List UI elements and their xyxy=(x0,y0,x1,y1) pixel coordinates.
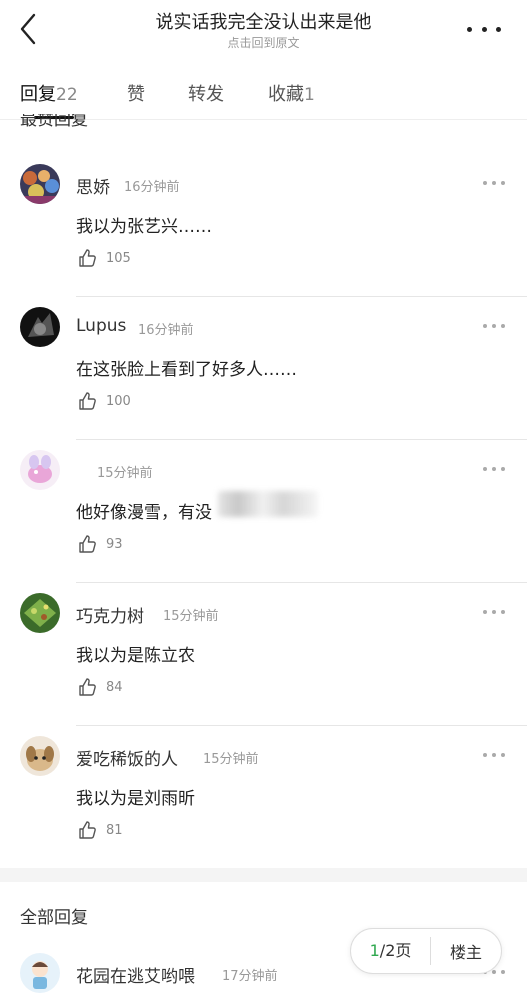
total-pages: /2页 xyxy=(379,941,412,960)
section-label: 最赞回复 xyxy=(20,114,88,130)
dot-icon xyxy=(501,467,505,471)
page-indicator-button[interactable]: 1/2页 xyxy=(351,937,431,965)
back-to-original-link[interactable]: 点击回到原文 xyxy=(0,34,527,51)
like-button[interactable]: 84 xyxy=(78,677,123,697)
dot-icon xyxy=(501,753,505,757)
comment-text: 我以为是陈立农 xyxy=(76,646,195,666)
avatar[interactable] xyxy=(20,450,60,490)
divider xyxy=(76,725,527,726)
dot-icon xyxy=(501,610,505,614)
page-title[interactable]: 说实话我完全没认出来是他 xyxy=(0,8,527,34)
like-button[interactable]: 105 xyxy=(78,248,131,268)
username[interactable]: 花园在逃艾哟喂 xyxy=(76,962,195,987)
dot-icon xyxy=(483,467,487,471)
dot-icon xyxy=(492,181,496,185)
comment-options-button[interactable] xyxy=(483,180,505,186)
redacted-text xyxy=(218,491,318,517)
more-menu-button[interactable] xyxy=(467,17,501,41)
username[interactable]: 思娇 xyxy=(76,173,110,198)
like-count: 81 xyxy=(106,822,123,838)
avatar[interactable] xyxy=(20,307,60,347)
dot-icon xyxy=(492,610,496,614)
more-dot-icon xyxy=(496,26,501,32)
timestamp: 16分钟前 xyxy=(138,323,194,338)
timestamp: 16分钟前 xyxy=(124,180,180,195)
dot-icon xyxy=(501,970,505,974)
dot-icon xyxy=(492,324,496,328)
username[interactable]: 爱吃稀饭的人 xyxy=(76,745,178,770)
avatar[interactable] xyxy=(20,593,60,633)
like-count: 100 xyxy=(106,393,131,409)
avatar-image xyxy=(20,307,60,347)
divider xyxy=(76,296,527,297)
top-replies-heading: 最赞回复 xyxy=(20,114,88,132)
username[interactable]: Lupus xyxy=(76,316,126,336)
tab-label: 回复 xyxy=(20,84,56,105)
timestamp: 17分钟前 xyxy=(222,969,278,984)
divider xyxy=(76,582,527,583)
comment-text: 在这张脸上看到了好多人…… xyxy=(76,360,297,380)
like-count: 105 xyxy=(106,250,131,266)
thumbs-up-icon xyxy=(79,678,96,696)
pagination-pill: 1/2页 楼主 xyxy=(350,928,502,974)
username[interactable]: 巧克力树 xyxy=(76,602,144,627)
host-only-button[interactable]: 楼主 xyxy=(431,939,501,963)
comment-options-button[interactable] xyxy=(483,752,505,758)
section-separator xyxy=(0,868,527,882)
dot-icon xyxy=(483,753,487,757)
tab-count: 22 xyxy=(56,85,78,105)
comment-options-button[interactable] xyxy=(483,323,505,329)
more-dot-icon xyxy=(467,26,472,32)
thumbs-up-icon xyxy=(79,821,96,839)
avatar-image xyxy=(20,450,60,490)
avatar[interactable] xyxy=(20,953,60,993)
thumbs-up-icon xyxy=(79,249,96,267)
divider xyxy=(76,439,527,440)
tab-label: 赞 xyxy=(127,84,145,105)
comment-options-button[interactable] xyxy=(483,609,505,615)
tab-count: 1 xyxy=(304,85,315,105)
avatar-image xyxy=(20,953,60,993)
tab-label: 转发 xyxy=(188,84,224,105)
dot-icon xyxy=(501,324,505,328)
dot-icon xyxy=(492,970,496,974)
dot-icon xyxy=(492,753,496,757)
like-button[interactable]: 100 xyxy=(78,391,131,411)
dot-icon xyxy=(483,324,487,328)
avatar[interactable] xyxy=(20,164,60,204)
dot-icon xyxy=(483,610,487,614)
thumbs-up-icon xyxy=(79,535,96,553)
avatar-image xyxy=(20,593,60,633)
avatar-image xyxy=(20,164,60,204)
tab-favorites[interactable]: 收藏1 xyxy=(268,80,315,106)
avatar[interactable] xyxy=(20,736,60,776)
like-count: 93 xyxy=(106,536,123,552)
tab-label: 收藏 xyxy=(268,84,304,105)
tab-likes[interactable]: 赞 xyxy=(127,80,145,106)
more-dot-icon xyxy=(481,26,487,32)
dot-icon xyxy=(483,181,487,185)
timestamp: 15分钟前 xyxy=(203,752,259,767)
all-replies-heading: 全部回复 xyxy=(20,908,88,928)
avatar-image xyxy=(20,736,60,776)
comment-text: 我以为张艺兴…… xyxy=(76,217,212,237)
timestamp: 15分钟前 xyxy=(163,609,219,624)
current-page: 1 xyxy=(369,941,380,960)
timestamp: 15分钟前 xyxy=(97,466,153,481)
top-bar: 说实话我完全没认出来是他 点击回到原文 xyxy=(0,0,527,58)
thumbs-up-icon xyxy=(79,392,96,410)
like-button[interactable]: 81 xyxy=(78,820,123,840)
comment-text: 他好像漫雪，有没 xyxy=(76,503,212,523)
like-button[interactable]: 93 xyxy=(78,534,123,554)
like-count: 84 xyxy=(106,679,123,695)
dot-icon xyxy=(501,181,505,185)
tab-bar: 回复22 赞 转发 收藏1 xyxy=(0,58,527,120)
tab-reposts[interactable]: 转发 xyxy=(188,80,224,106)
comment-options-button[interactable] xyxy=(483,466,505,472)
comment-text: 我以为是刘雨昕 xyxy=(76,789,195,809)
dot-icon xyxy=(492,467,496,471)
tab-replies[interactable]: 回复22 xyxy=(20,80,78,106)
